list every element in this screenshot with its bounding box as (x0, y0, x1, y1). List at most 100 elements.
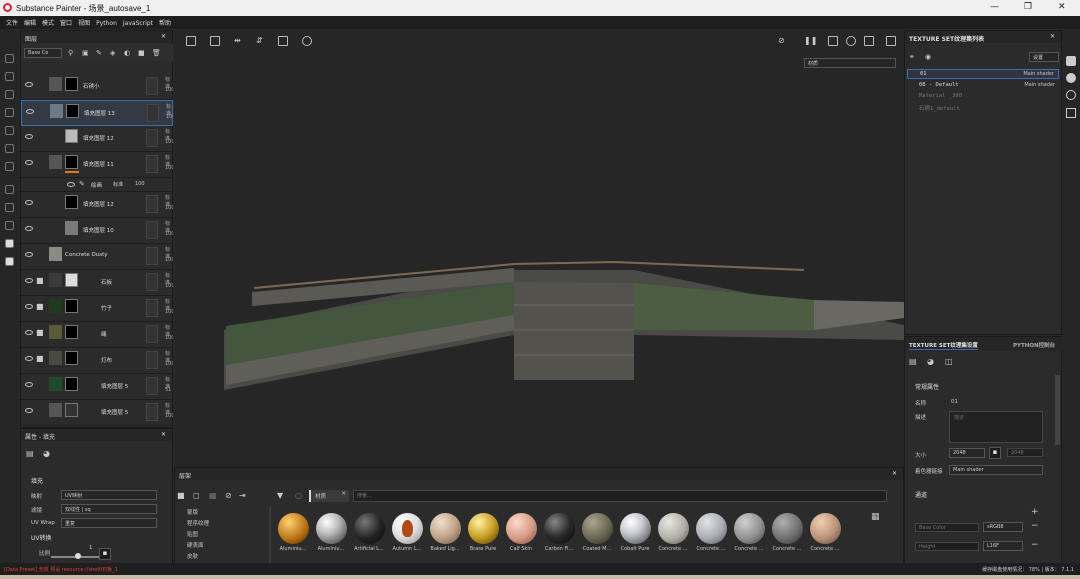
display-settings-icon[interactable] (1066, 56, 1076, 66)
texture-set-row[interactable]: 08 - Default Main shader (907, 81, 1059, 91)
layer-opacity[interactable]: 100 (165, 413, 173, 419)
folder-row[interactable]: ■ 竹子 标准 100 (21, 296, 173, 322)
link-icon[interactable]: ⚭ (909, 53, 915, 61)
menu-window[interactable]: 窗口 (60, 18, 72, 27)
visibility-icon[interactable] (25, 382, 33, 387)
filter-tag[interactable]: 材质 ✕ (309, 490, 349, 502)
panel-close-icon[interactable]: ✕ (1050, 33, 1055, 40)
paint-layer-icon[interactable]: ✎ (96, 49, 102, 57)
blend-mode[interactable]: 标准 (113, 181, 123, 188)
texture-set-row-selected[interactable]: 01 Main shader (907, 69, 1059, 79)
layer-row-selected[interactable]: 填充图层 13标准100 (21, 100, 173, 126)
paint-brush-icon[interactable] (5, 54, 14, 63)
layer-opacity[interactable]: 100 (165, 205, 173, 211)
channel-select[interactable]: Base Co (24, 48, 62, 58)
folder-row[interactable]: ■ 灯布 标准 100 (21, 348, 173, 374)
folder-row[interactable]: ■ 石板 标准 100 (21, 270, 173, 296)
menu-file[interactable]: 文件 (6, 18, 18, 27)
material-tab-icon[interactable]: ◕ (43, 449, 50, 458)
eye-icon[interactable]: ◉ (925, 53, 931, 61)
shelf-category[interactable]: 皮肤 (187, 552, 267, 563)
fill-layer-icon[interactable]: ◈ (110, 49, 115, 57)
material-ball[interactable] (582, 513, 613, 544)
menu-help[interactable]: 帮助 (159, 18, 171, 27)
visibility-icon[interactable] (67, 182, 75, 187)
remove-tag-icon[interactable]: ✕ (341, 491, 346, 497)
layer-opacity[interactable]: 100 (135, 181, 145, 187)
lock-icon[interactable]: ▪ (99, 548, 111, 560)
size-field-height[interactable]: 2048 (1007, 448, 1043, 457)
mapping-select[interactable]: UV映射 (61, 490, 157, 500)
layer-row[interactable]: 填充图层 10 标准 100 (21, 218, 173, 244)
layer-row[interactable]: 填充图层 5 标准 100 (21, 400, 173, 426)
smudge-icon[interactable] (5, 126, 14, 135)
hide-icon[interactable]: ⊘ (225, 491, 232, 500)
material-ball[interactable] (696, 513, 727, 544)
uv-wrap-select[interactable]: 重复 (61, 518, 157, 528)
panel-close-icon[interactable]: ✕ (161, 33, 166, 40)
layer-opacity[interactable]: 100 (165, 231, 173, 237)
remove-channel-icon[interactable]: − (1031, 540, 1039, 550)
material-ball[interactable] (392, 513, 423, 544)
layer-opacity[interactable]: 100 (165, 257, 173, 263)
visibility-icon[interactable] (25, 82, 33, 87)
sub-layer-row[interactable]: ✎ 绘画 标准 100 (21, 178, 173, 192)
visibility-icon[interactable] (25, 134, 33, 139)
layer-opacity[interactable]: 51 (165, 387, 171, 393)
visibility-icon[interactable] (25, 160, 33, 165)
close-button[interactable]: ✕ (1058, 2, 1066, 12)
filter-select[interactable]: 双线性 | sq (61, 504, 157, 514)
layer-opacity[interactable]: 100 (166, 114, 173, 120)
shelf-category[interactable]: 程序纹理 (187, 519, 267, 530)
shelf-search-input[interactable]: 搜索... (353, 490, 887, 502)
material-ball[interactable] (278, 513, 309, 544)
settings-dropdown[interactable]: 设置 (1029, 52, 1059, 62)
material-ball[interactable] (506, 513, 537, 544)
menu-mode[interactable]: 模式 (42, 18, 54, 27)
settings-icon[interactable] (5, 221, 14, 230)
bake-icon[interactable] (5, 185, 14, 194)
layer-row[interactable]: 填充图层 12 标准 100 (21, 126, 173, 152)
material-ball[interactable] (316, 513, 347, 544)
shelf-category[interactable]: 硬表面 (187, 541, 267, 552)
layer-opacity[interactable]: 100 (165, 87, 173, 93)
layer-row[interactable]: 石锈小 标准 100 (21, 74, 173, 100)
lock-icon[interactable]: ▪ (989, 447, 1001, 459)
panel-close-icon[interactable]: ✕ (161, 431, 166, 438)
add-mask-icon[interactable]: ▣ (82, 49, 89, 57)
panel-close-icon[interactable]: ✕ (892, 470, 897, 477)
fill-tab-icon[interactable]: ▤ (26, 449, 34, 458)
material-ball[interactable] (544, 513, 575, 544)
layer-opacity[interactable]: 100 (165, 139, 173, 145)
uv-tab-icon[interactable]: ◫ (945, 357, 953, 366)
visibility-icon[interactable] (25, 226, 33, 231)
material-ball[interactable] (354, 513, 385, 544)
delete-layer-icon[interactable]: 🗑 (152, 49, 161, 57)
visibility-icon[interactable] (25, 252, 33, 257)
layer-row[interactable]: 填充图层 11 标准 100 (21, 152, 173, 178)
remove-channel-icon[interactable]: − (1031, 521, 1039, 531)
folder-row[interactable]: ■ 绳标准 100 (21, 322, 173, 348)
size-select[interactable]: 2048 (949, 448, 985, 458)
clone-icon[interactable] (5, 144, 14, 153)
document-icon[interactable] (5, 257, 14, 266)
visibility-icon[interactable] (26, 109, 34, 114)
history-icon[interactable] (1066, 90, 1076, 100)
folder-icon[interactable]: ■ (138, 49, 145, 57)
add-channel-icon[interactable]: + (1031, 507, 1039, 517)
visibility-icon[interactable] (25, 304, 33, 309)
material-tab-icon[interactable]: ◕ (927, 357, 934, 366)
menu-javascript[interactable]: JavaScript (123, 20, 153, 27)
circle-icon[interactable]: ○ (295, 491, 302, 500)
material-ball[interactable] (772, 513, 803, 544)
layer-opacity[interactable]: 100 (165, 165, 173, 171)
tab-python-console[interactable]: PYTHON控制台 (1013, 341, 1055, 349)
scale-value[interactable]: 1 (89, 545, 93, 551)
folder-icon[interactable]: ■ (177, 491, 185, 500)
shelf-category[interactable]: 蒙版 (187, 508, 267, 519)
visibility-icon[interactable] (25, 330, 33, 335)
visibility-icon[interactable] (25, 200, 33, 205)
grid-view-icon[interactable]: ▦ (871, 512, 880, 522)
uv-transform-section[interactable]: UV转换 (31, 533, 52, 542)
smart-material-icon[interactable]: ◐ (124, 49, 130, 57)
